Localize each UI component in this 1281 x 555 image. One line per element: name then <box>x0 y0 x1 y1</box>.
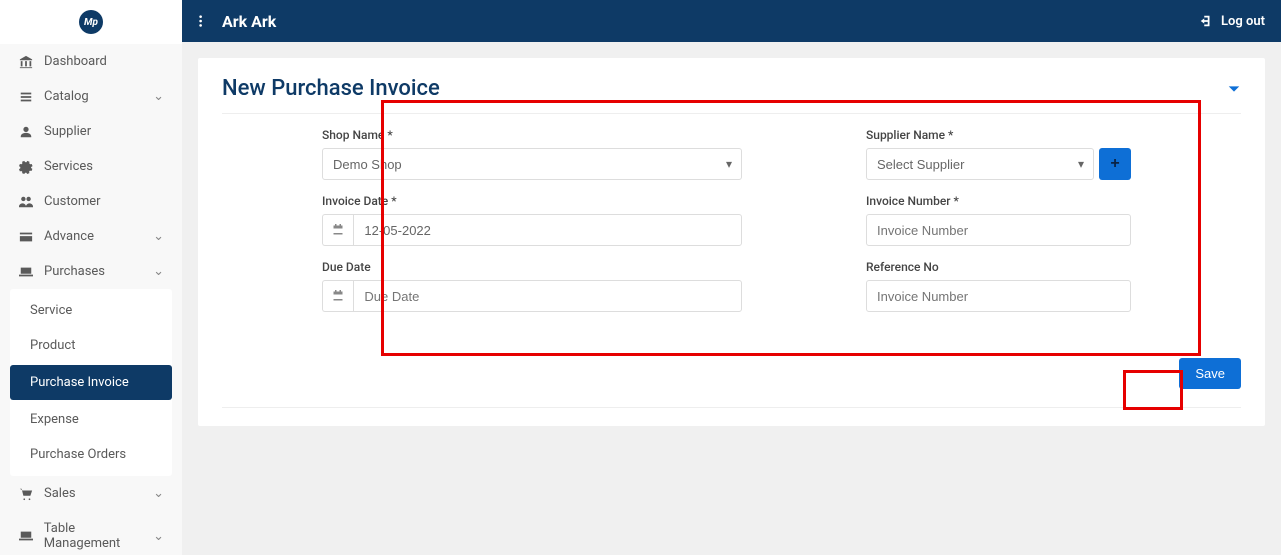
sub-item-purchase-invoice[interactable]: Purchase Invoice <box>10 365 172 400</box>
due-date-input[interactable] <box>353 280 742 312</box>
reference-no-input[interactable] <box>866 280 1131 312</box>
calendar-icon <box>322 280 353 312</box>
sidebar-item-advance[interactable]: Advance ⌄ <box>0 219 182 254</box>
sidebar-item-label: Catalog <box>44 89 89 104</box>
sidebar-item-sales[interactable]: Sales ⌄ <box>0 476 182 511</box>
purchases-submenu: Service Product Purchase Invoice Expense… <box>10 289 172 476</box>
user-icon <box>18 125 34 139</box>
calendar-icon <box>322 214 353 246</box>
sub-item-service[interactable]: Service <box>10 293 172 328</box>
invoice-number-label: Invoice Number * <box>866 194 1131 208</box>
shop-name-label: Shop Name * <box>322 128 742 142</box>
list-icon <box>18 90 34 104</box>
save-button[interactable]: Save <box>1179 358 1241 389</box>
content: New Purchase Invoice Shop Name * Demo Sh… <box>182 42 1281 555</box>
sub-item-product[interactable]: Product <box>10 328 172 363</box>
sidebar-item-label: Services <box>44 159 93 174</box>
chevron-down-icon: ⌄ <box>153 89 164 104</box>
chevron-down-icon: ⌄ <box>153 486 164 501</box>
users-icon <box>18 195 34 209</box>
invoice-date-input[interactable] <box>353 214 742 246</box>
sidebar-item-customer[interactable]: Customer <box>0 184 182 219</box>
sidebar-item-label: Table Management <box>44 521 153 551</box>
chevron-down-icon: ⌄ <box>153 264 164 279</box>
invoice-card: New Purchase Invoice Shop Name * Demo Sh… <box>198 58 1265 426</box>
sidebar-item-services[interactable]: Services <box>0 149 182 184</box>
chevron-down-icon: ⌄ <box>153 529 164 544</box>
cart-icon <box>18 487 34 501</box>
invoice-date-label: Invoice Date * <box>322 194 742 208</box>
logout-icon <box>1199 14 1213 28</box>
invoice-number-input[interactable] <box>866 214 1131 246</box>
supplier-name-select[interactable]: Select Supplier <box>866 148 1094 180</box>
logout-button[interactable]: Log out <box>1199 14 1265 29</box>
logo-wrap: Mp <box>0 0 182 44</box>
due-date-label: Due Date <box>322 260 742 274</box>
sidebar-item-dashboard[interactable]: Dashboard <box>0 44 182 79</box>
menu-dots-icon[interactable] <box>198 14 212 28</box>
sub-item-expense[interactable]: Expense <box>10 402 172 437</box>
shop-name-select[interactable]: Demo Shop <box>322 148 742 180</box>
add-supplier-button[interactable]: + <box>1099 148 1131 180</box>
main-area: Ark Ark Log out New Purchase Invoice <box>182 0 1281 555</box>
logout-label: Log out <box>1221 14 1265 29</box>
sidebar-item-purchases[interactable]: Purchases ⌄ <box>0 254 182 289</box>
page-owner: Ark Ark <box>222 12 276 31</box>
sidebar-item-supplier[interactable]: Supplier <box>0 114 182 149</box>
sidebar-item-table-management[interactable]: Table Management ⌄ <box>0 511 182 555</box>
sidebar: Mp Dashboard Catalog ⌄ Supplier Se <box>0 0 182 555</box>
sidebar-item-label: Sales <box>44 486 76 501</box>
page-title: New Purchase Invoice <box>222 76 440 101</box>
gear-icon <box>18 160 34 174</box>
card-icon <box>18 230 34 244</box>
sub-item-purchase-orders[interactable]: Purchase Orders <box>10 437 172 472</box>
app-logo: Mp <box>79 10 103 34</box>
collapse-toggle[interactable] <box>1227 82 1241 96</box>
sidebar-item-label: Advance <box>44 229 94 244</box>
sidebar-item-label: Supplier <box>44 124 91 139</box>
reference-no-label: Reference No <box>866 260 1131 274</box>
topbar: Ark Ark Log out <box>182 0 1281 42</box>
bank-icon <box>18 55 34 69</box>
supplier-name-label: Supplier Name * <box>866 128 1131 142</box>
chevron-down-icon: ⌄ <box>153 229 164 244</box>
sidebar-item-label: Customer <box>44 194 101 209</box>
sidebar-item-label: Dashboard <box>44 54 107 69</box>
laptop-icon <box>18 529 34 543</box>
sidebar-item-catalog[interactable]: Catalog ⌄ <box>0 79 182 114</box>
sidebar-item-label: Purchases <box>44 264 105 279</box>
laptop-icon <box>18 265 34 279</box>
